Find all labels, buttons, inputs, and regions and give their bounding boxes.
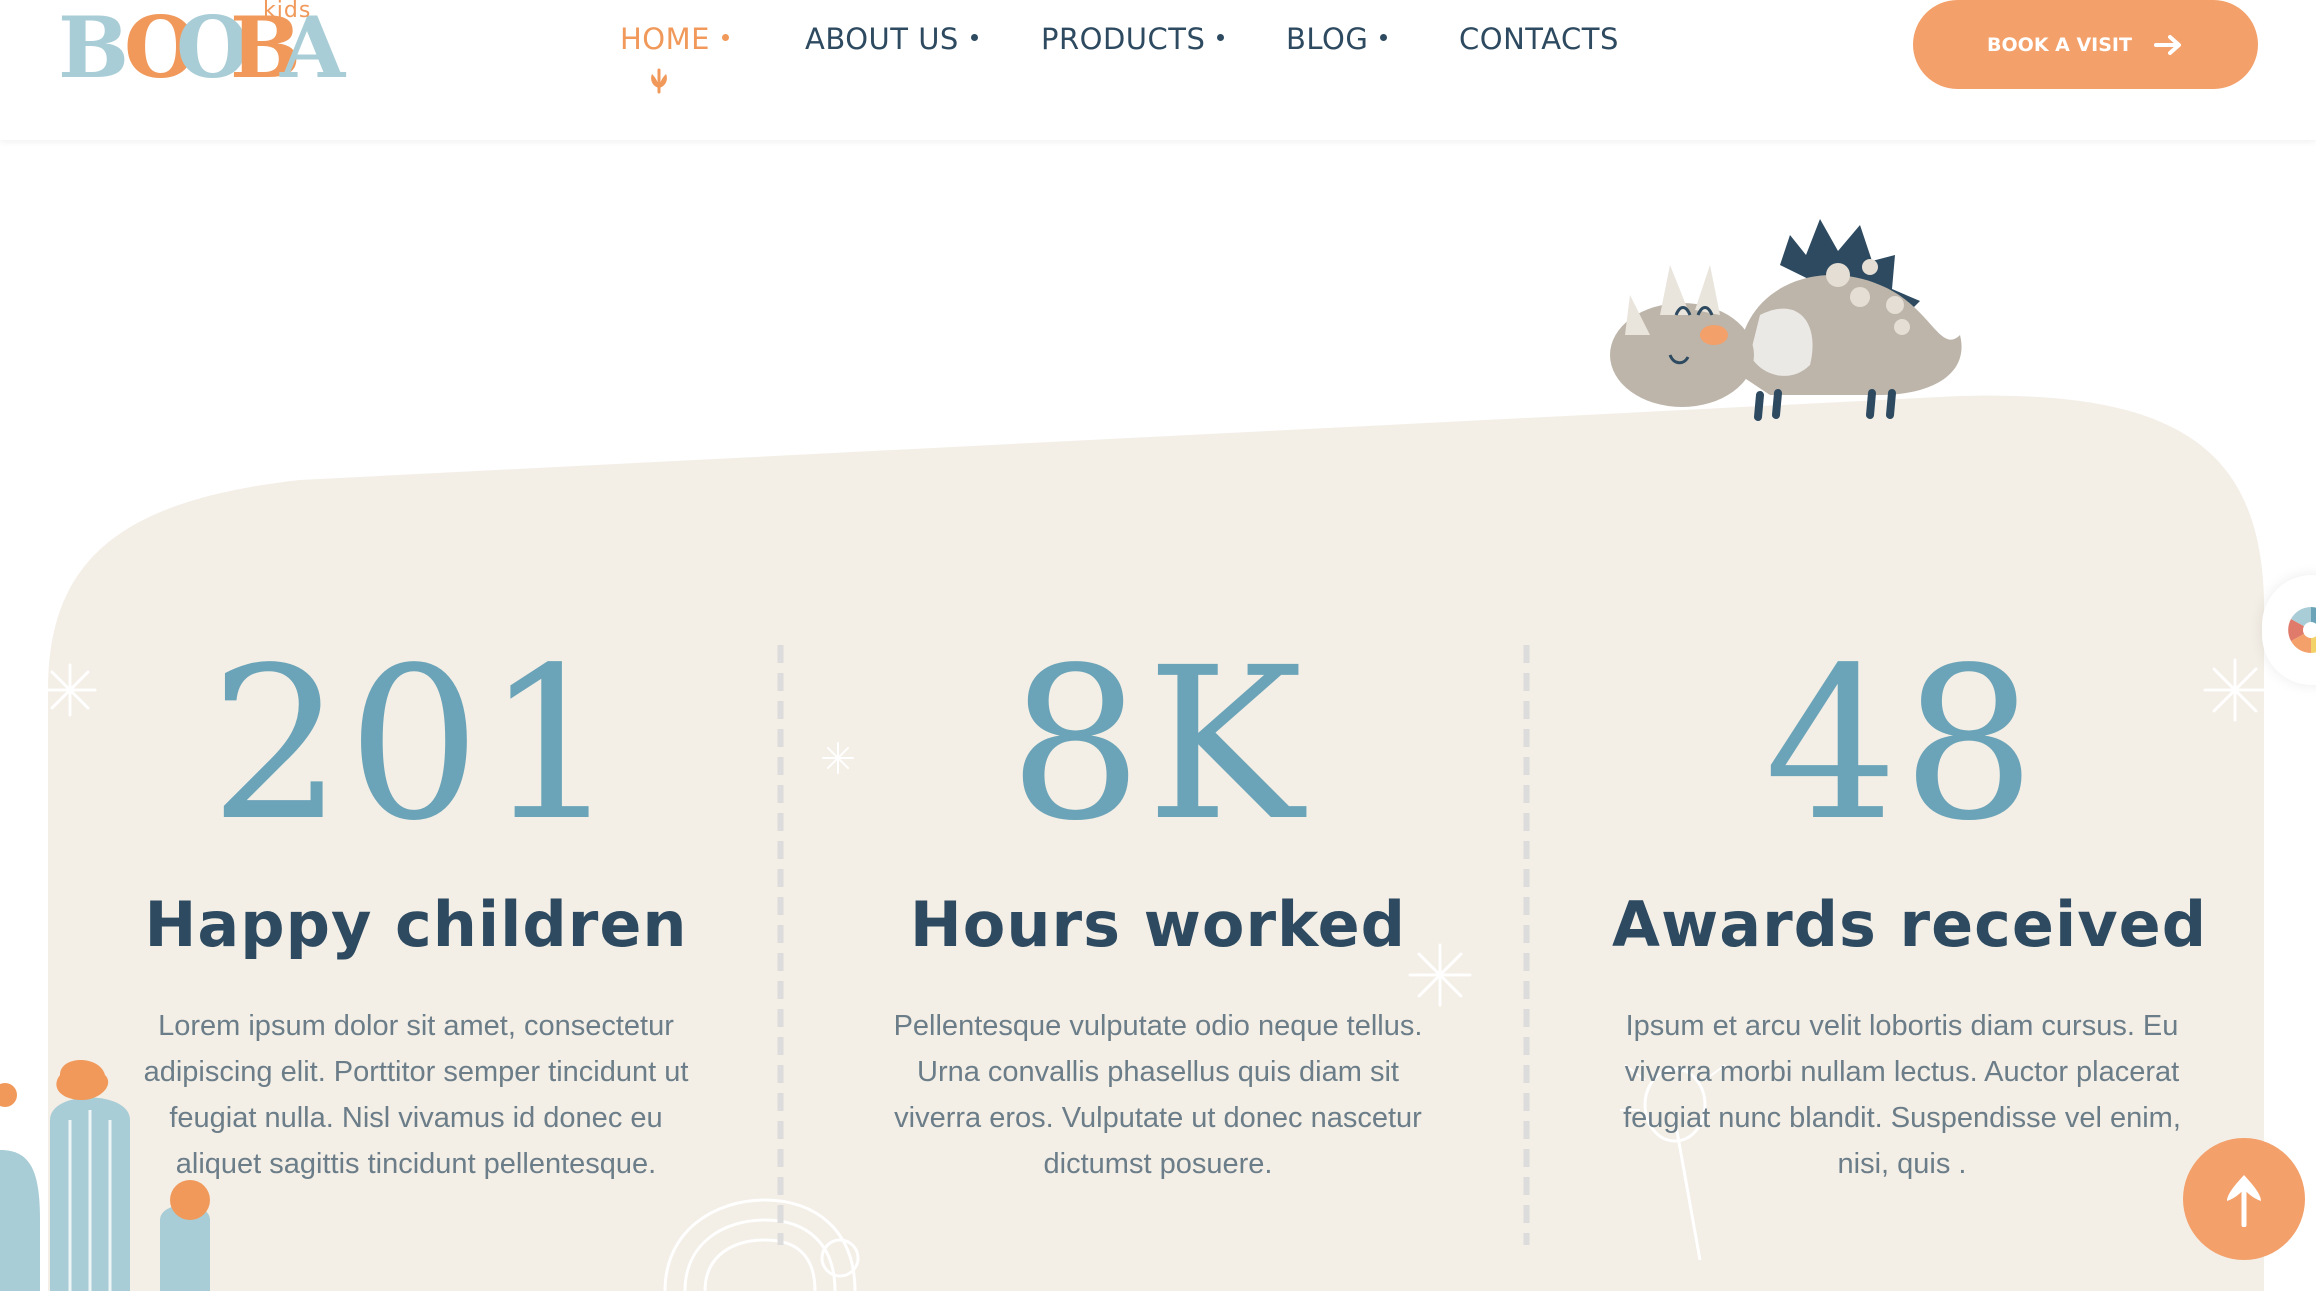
dinosaur-illustration [1610,219,1962,421]
nav-item-label: HOME [620,22,710,56]
stat-description: Pellentesque vulputate odio neque tellus… [893,1010,1423,1180]
nav-item-label: PRODUCTS [1041,22,1206,56]
stats-divider [1523,645,1530,1245]
sparkle-icon [2203,658,2267,722]
rainbow-doodle [663,1198,860,1291]
color-wheel-icon [2288,607,2316,653]
stat-awards-received: 48 Awards received Ipsum et arcu velit l… [1612,622,2208,1187]
nav-item-blog[interactable]: BLOG [1286,22,1388,56]
nav-dot [1380,34,1388,41]
site-header: B O O B A kids HOME ABOUT US PRODUCTS BL… [0,0,2316,140]
sparkle-icon [822,742,854,774]
nav-item-label: BLOG [1286,22,1369,56]
stat-number: 201 [209,622,623,867]
book-a-visit-label: BOOK A VISIT [1987,33,2132,56]
active-sprout-icon [651,68,667,94]
stat-description: Ipsum et arcu velit lobortis diam cursus… [1623,1010,2181,1180]
book-a-visit-button[interactable]: BOOK A VISIT [1913,0,2258,89]
nav-item-label: CONTACTS [1459,22,1619,56]
stats-divider [777,645,784,1245]
nav-item-products[interactable]: PRODUCTS [1041,22,1225,56]
stat-number: 8K [1008,622,1308,867]
nav-item-contacts[interactable]: CONTACTS [1459,22,1619,56]
scroll-to-top-button[interactable] [2183,1138,2305,1260]
nav-item-about-us[interactable]: ABOUT US [805,22,978,56]
stat-label: Hours worked [909,888,1407,961]
nav-dot [721,34,729,41]
stat-number: 48 [1764,622,2040,867]
stat-hours-worked: 8K Hours worked Pellentesque vulputate o… [868,630,1448,1187]
nav-dot [1217,34,1225,41]
stat-happy-children: 201 Happy children Lorem ipsum dolor sit… [126,630,706,1187]
stat-label: Awards received [1612,888,2208,961]
sparkle-icon [43,663,97,717]
logo-letter-1: B [58,0,129,97]
nav-dot [970,34,978,41]
stat-description: Lorem ipsum dolor sit amet, consectetur … [143,1010,689,1180]
stat-label: Happy children [144,888,688,961]
nav-item-label: ABOUT US [805,22,959,56]
arrow-right-icon [2153,34,2181,55]
logo-kids-text: kids [263,0,312,23]
arrow-up-icon [2227,1175,2261,1227]
site-logo[interactable]: B O O B A kids [58,0,348,98]
nav-item-home[interactable]: HOME [620,22,729,94]
